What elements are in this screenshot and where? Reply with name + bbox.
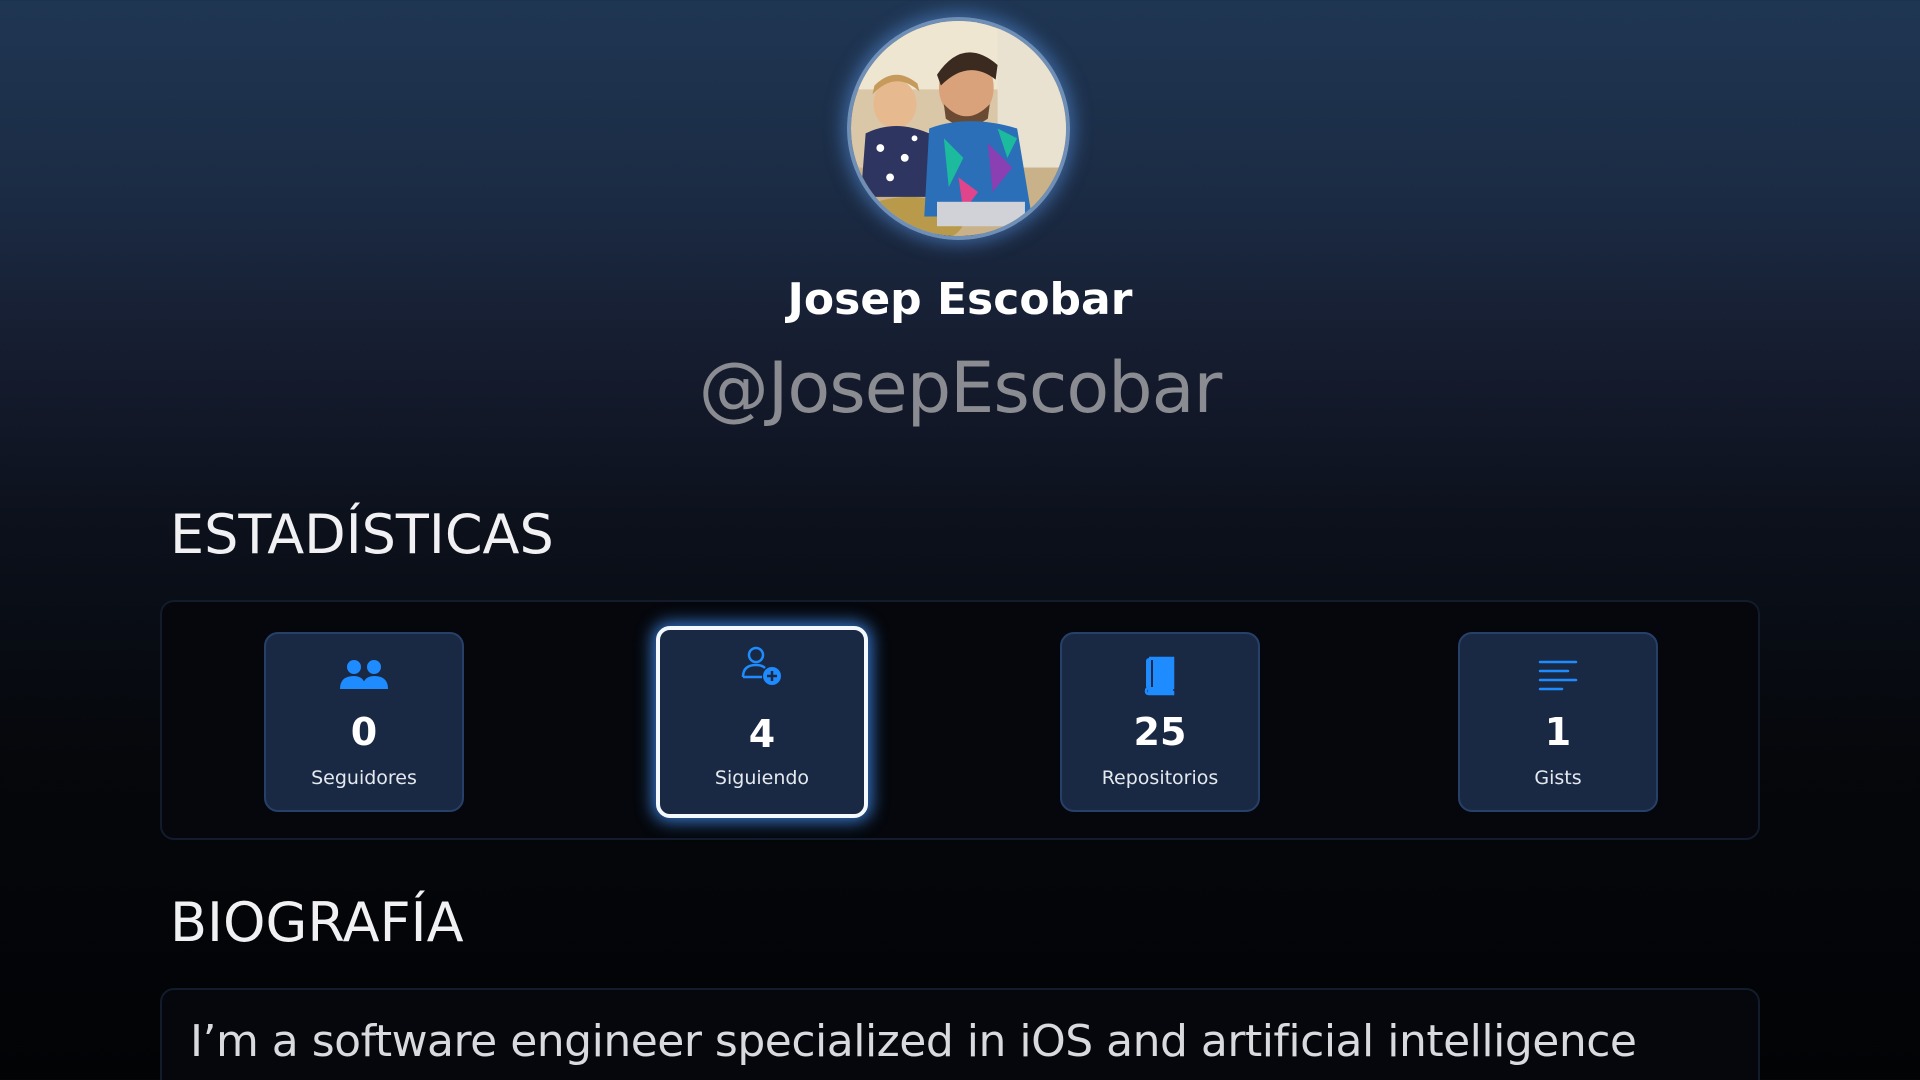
bio-panel: I’m a software engineer specialized in i… <box>160 988 1760 1080</box>
stat-value: 25 <box>1133 710 1187 754</box>
text-lines-icon <box>1460 656 1656 696</box>
stat-label: Seguidores <box>311 767 417 789</box>
stat-value: 4 <box>748 712 776 756</box>
stat-card-gists[interactable]: 1 Gists <box>1458 632 1658 812</box>
stats-section-title: ESTADÍSTICAS <box>170 503 554 566</box>
stats-panel: 0 Seguidores 4 Siguiendo 25 Repositorios… <box>160 600 1760 840</box>
profile-name: Josep Escobar <box>787 274 1133 325</box>
profile-avatar <box>847 17 1070 240</box>
bio-section-title: BIOGRAFÍA <box>170 891 464 954</box>
stat-label: Repositorios <box>1101 767 1219 789</box>
bio-text: I’m a software engineer specialized in i… <box>190 1016 1637 1067</box>
stat-card-following[interactable]: 4 Siguiendo <box>656 626 868 818</box>
stat-label: Gists <box>1534 767 1582 789</box>
people-icon <box>266 656 462 696</box>
book-icon <box>1062 656 1258 696</box>
person-add-icon <box>660 646 864 686</box>
stat-value: 1 <box>1544 710 1572 754</box>
stat-label: Siguiendo <box>714 767 810 789</box>
profile-handle: @JosepEscobar <box>698 347 1223 429</box>
stat-value: 0 <box>350 710 378 754</box>
stat-card-repositories[interactable]: 25 Repositorios <box>1060 632 1260 812</box>
stat-card-followers[interactable]: 0 Seguidores <box>264 632 464 812</box>
